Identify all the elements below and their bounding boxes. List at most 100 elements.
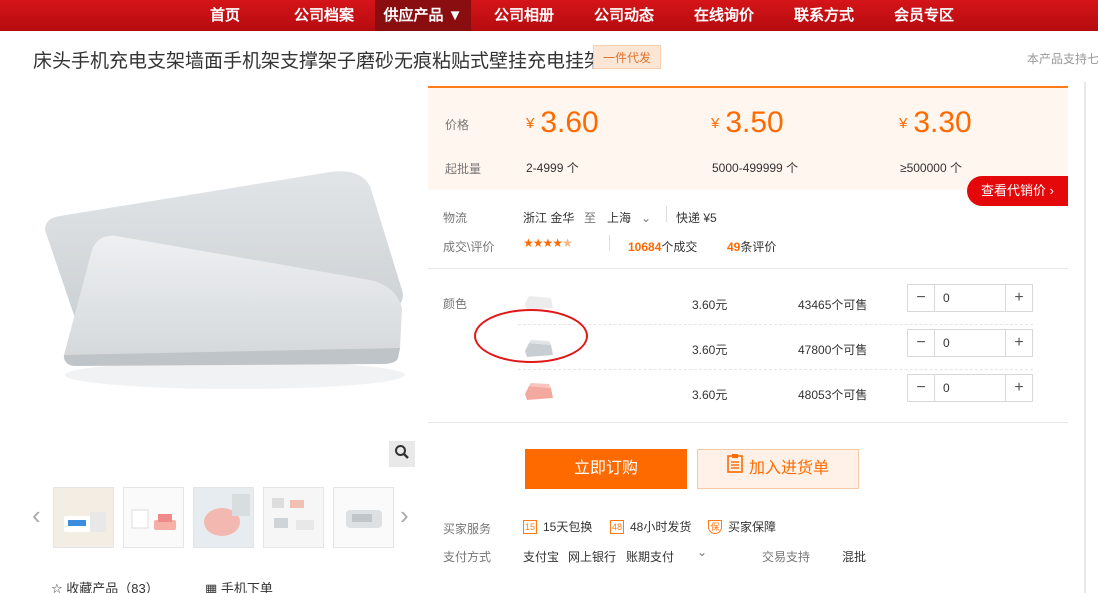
increment-button[interactable]: + — [1005, 285, 1032, 311]
payment-method-credit: 账期支付 — [626, 550, 675, 564]
logistics-label: 物流 — [443, 211, 468, 225]
favorite-label: 收藏产品（83） — [66, 581, 159, 593]
payment-method-bank: 网上银行 — [568, 550, 617, 564]
payment-more-chevron-icon[interactable]: ⌄ — [697, 545, 707, 559]
exchange-15-icon: 15 — [523, 519, 537, 534]
review-count-value: 49 — [727, 240, 741, 254]
thumbnail-2[interactable] — [123, 487, 184, 548]
thumbnail-1[interactable] — [53, 487, 114, 548]
logistics-to-word: 至 — [584, 211, 597, 225]
mobile-order-label: 手机下单 — [220, 581, 273, 593]
quantity-stepper: − 0 + — [907, 329, 1033, 357]
thumbnail-5[interactable] — [333, 487, 394, 548]
review-count-suffix: 条评价 — [740, 240, 777, 254]
logistics-from: 浙江 金华 — [523, 211, 575, 225]
main-product-image — [30, 90, 420, 470]
review-count[interactable]: 49条评价 — [727, 238, 776, 255]
view-agent-price-button[interactable]: 查看代销价 › — [967, 176, 1068, 206]
decrement-button[interactable]: − — [908, 330, 935, 356]
half-star-icon: ★ — [562, 236, 573, 250]
support-note: 本产品支持七 — [1027, 52, 1098, 66]
currency-symbol: ¥ — [526, 115, 535, 132]
nav-company-profile[interactable]: 公司档案 — [285, 0, 363, 31]
section-divider — [428, 268, 1068, 269]
moq-tier-1: 2-4999 个 — [526, 161, 579, 175]
favorite-product[interactable]: ☆ 收藏产品（83） — [51, 578, 159, 593]
trade-support-label: 交易支持 — [762, 550, 811, 564]
mobile-order[interactable]: ▦ 手机下单 — [205, 578, 273, 593]
shipping-48-icon: 48 — [610, 519, 624, 534]
order-now-button[interactable]: 立即订购 — [525, 449, 687, 489]
magnifier-icon — [394, 444, 410, 465]
qr-code-icon: ▦ — [205, 581, 218, 593]
shield-icon: 保 — [708, 519, 722, 534]
currency-symbol: ¥ — [899, 115, 908, 132]
nav-album[interactable]: 公司相册 — [485, 0, 563, 31]
rating-stars: ★★★★★ — [523, 236, 573, 250]
deals-label: 成交\评价 — [443, 240, 495, 254]
sku-price: 3.60元 — [692, 343, 728, 357]
color-label: 颜色 — [443, 297, 468, 311]
deals-separator — [609, 235, 610, 251]
quantity-input[interactable]: 0 — [935, 285, 1003, 311]
star-icon: ★ — [552, 236, 563, 250]
nav-member[interactable]: 会员专区 — [885, 0, 963, 31]
payment-label: 支付方式 — [443, 550, 492, 564]
nav-home[interactable]: 首页 — [196, 0, 254, 31]
dropship-tag: 一件代发 — [593, 45, 661, 69]
star-icon: ★ — [523, 236, 534, 250]
chevron-down-icon: ⌄ — [641, 211, 652, 225]
increment-button[interactable]: + — [1005, 330, 1032, 356]
nav-inquiry[interactable]: 在线询价 — [685, 0, 763, 31]
sku-stock: 47800个可售 — [798, 343, 868, 357]
sku-row: 3.60元 47800个可售 − 0 + — [518, 325, 1033, 370]
section-divider — [428, 422, 1068, 423]
sku-row: 3.60元 43465个可售 − 0 + — [518, 280, 1033, 325]
nav-news[interactable]: 公司动态 — [585, 0, 663, 31]
thumbnail-4[interactable] — [263, 487, 324, 548]
quantity-input[interactable]: 0 — [935, 375, 1003, 401]
price-value: 3.50 — [725, 106, 784, 139]
sku-price: 3.60元 — [692, 388, 728, 402]
deal-count-suffix: 个成交 — [661, 240, 698, 254]
decrement-button[interactable]: − — [908, 285, 935, 311]
add-to-list-label: 加入进货单 — [748, 460, 829, 478]
destination-value: 上海 — [607, 211, 632, 225]
star-icon: ★ — [532, 236, 544, 250]
service-exchange[interactable]: 15 15天包换 — [523, 518, 592, 535]
service-protection[interactable]: 保买家保障 — [708, 518, 776, 535]
quantity-stepper: − 0 + — [907, 374, 1033, 402]
moq-label: 起批量 — [445, 162, 482, 176]
price-tier-2: ¥3.50 — [711, 106, 784, 140]
thumbnail-3[interactable] — [193, 487, 254, 548]
sku-price: 3.60元 — [692, 298, 728, 312]
quantity-input[interactable]: 0 — [935, 330, 1003, 356]
express-fee: 快递 ¥5 — [676, 211, 717, 225]
star-icon: ★ — [542, 236, 554, 250]
thumb-next-arrow[interactable]: › — [400, 502, 409, 528]
product-title: 床头手机充电支架墙面手机架支撑架子磨砂无痕粘贴式壁挂充电挂架 — [33, 51, 604, 72]
decrement-button[interactable]: − — [908, 375, 935, 401]
price-label: 价格 — [445, 118, 470, 132]
service-text: 15天包换 — [543, 520, 593, 534]
product-page: 首页 公司档案 供应产品 ▼ 公司相册 公司动态 在线询价 联系方式 会员专区 … — [0, 0, 1098, 593]
service-text: 买家保障 — [728, 520, 777, 534]
add-to-list-button[interactable]: 加入进货单 — [697, 449, 859, 489]
star-outline-icon: ☆ — [51, 581, 63, 593]
sku-stock: 48053个可售 — [798, 388, 868, 402]
nav-products[interactable]: 供应产品 ▼ — [375, 0, 471, 31]
thumb-prev-arrow[interactable]: ‹ — [32, 502, 41, 528]
nav-contact[interactable]: 联系方式 — [785, 0, 863, 31]
logistics-destination-select[interactable]: 上海 ⌄ — [607, 209, 651, 226]
price-value: 3.30 — [913, 106, 972, 139]
top-nav: 首页 公司档案 供应产品 ▼ 公司相册 公司动态 在线询价 联系方式 会员专区 — [0, 0, 1098, 31]
sku-thumbnail[interactable] — [523, 380, 555, 404]
trade-support-value: 混批 — [842, 550, 867, 564]
price-tier-1: ¥3.60 — [526, 106, 599, 140]
service-shipping[interactable]: 48 48小时发货 — [610, 518, 691, 535]
quantity-stepper: − 0 + — [907, 284, 1033, 312]
logistics-separator — [666, 206, 667, 222]
deal-count[interactable]: 10684个成交 — [628, 238, 697, 255]
zoom-button[interactable] — [389, 441, 415, 467]
increment-button[interactable]: + — [1005, 375, 1032, 401]
